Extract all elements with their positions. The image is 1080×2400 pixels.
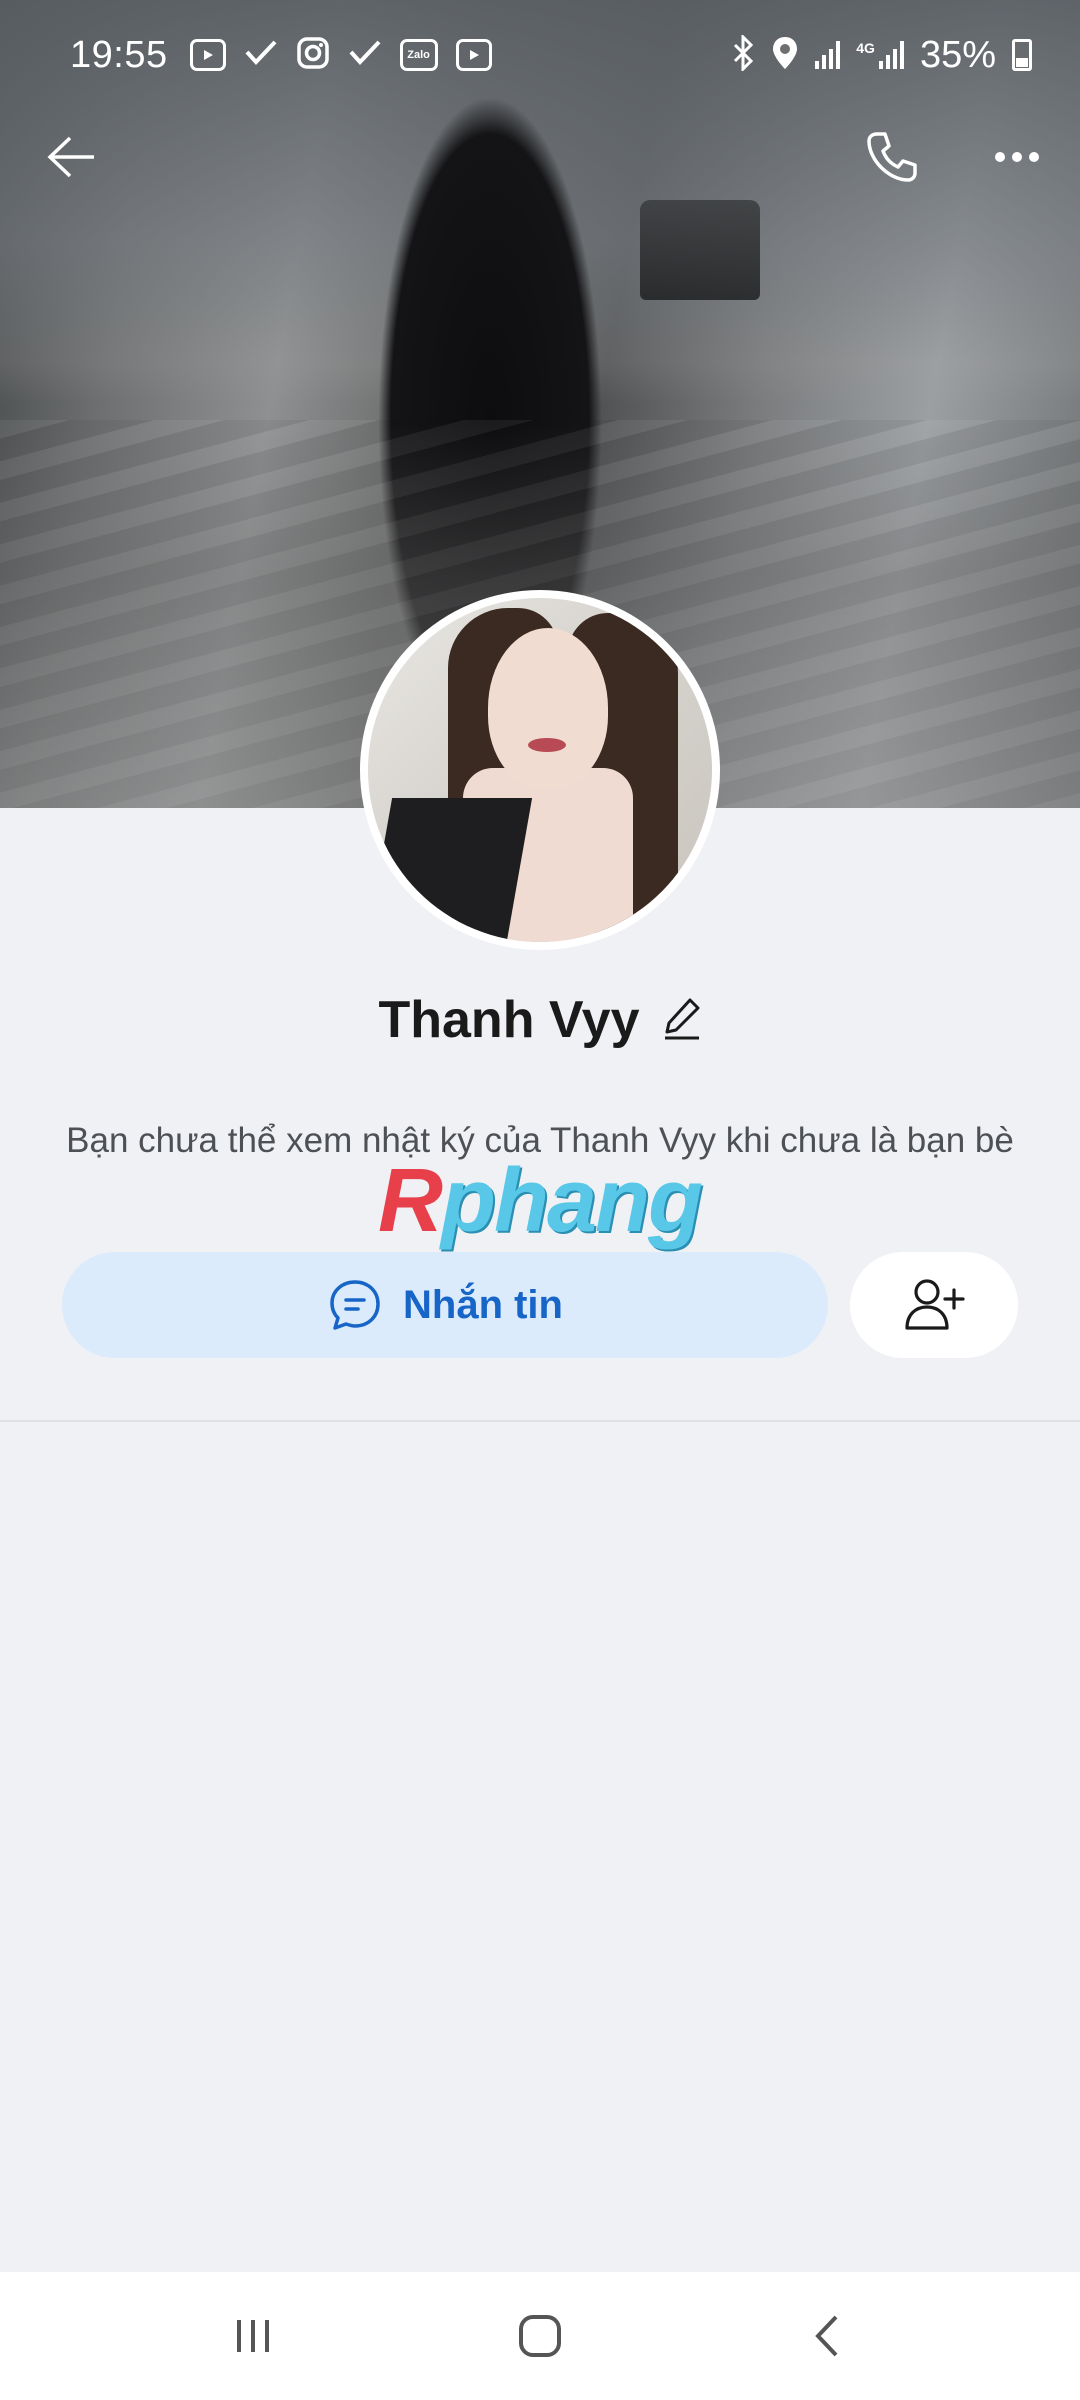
profile-screen: 19:55 Zalo 4G 35% Thanh Vyy Bạn chưa thể…: [0, 0, 1080, 2400]
arrow-left-icon: [47, 136, 94, 178]
profile-name: Thanh Vyy: [378, 991, 640, 1049]
call-button[interactable]: [860, 125, 924, 189]
message-button-label: Nhắn tin: [403, 1282, 563, 1327]
name-row: Thanh Vyy: [0, 985, 1080, 1055]
zalo-icon: Zalo: [399, 39, 438, 71]
add-friend-button[interactable]: [850, 1252, 1018, 1358]
pencil-icon: [664, 998, 699, 1039]
battery-percent: 35%: [919, 33, 996, 76]
network-type: 4G: [856, 40, 875, 56]
youtube-icon: [189, 39, 226, 71]
back-button[interactable]: [40, 125, 104, 189]
zalo-badge-text: Zalo: [407, 49, 430, 61]
more-horizontal-icon: [995, 152, 1039, 162]
youtube-icon: [455, 39, 492, 71]
status-right: 4G 35%: [731, 32, 1032, 77]
home-icon: [518, 2315, 561, 2357]
notification-icons: Zalo: [189, 36, 492, 75]
recents-icon: [237, 2320, 270, 2352]
signal-bars: [878, 41, 904, 69]
check-icon: [348, 38, 382, 72]
bluetooth-icon: [731, 32, 755, 76]
diary-restriction-text: Bạn chưa thể xem nhật ký của Thanh Vyy k…: [66, 1121, 1014, 1160]
edit-name-button[interactable]: [662, 996, 702, 1045]
status-bar: 19:55 Zalo 4G 35%: [0, 0, 1080, 110]
battery-fill: [1016, 57, 1028, 67]
avatar[interactable]: [360, 590, 720, 950]
message-button[interactable]: Nhắn tin: [62, 1252, 828, 1358]
phone-icon: [867, 132, 917, 182]
back-icon: [814, 2315, 838, 2357]
4g-signal-icon: 4G: [856, 41, 904, 69]
top-nav: [0, 110, 1080, 200]
system-nav-bar: [0, 2272, 1080, 2400]
status-time: 19:55: [70, 33, 168, 76]
home-button[interactable]: [495, 2291, 585, 2381]
check-icon: [244, 38, 278, 72]
instagram-icon: [296, 36, 330, 75]
location-icon: [771, 35, 799, 76]
system-back-button[interactable]: [782, 2291, 872, 2381]
chat-bubble-icon: [330, 1280, 380, 1330]
signal-icon: [815, 41, 841, 69]
more-options-button[interactable]: [985, 125, 1049, 189]
recents-button[interactable]: [208, 2291, 298, 2381]
section-divider: [0, 1420, 1080, 1422]
profile-actions: Nhắn tin: [62, 1252, 1018, 1358]
battery-icon: [1012, 39, 1032, 71]
add-user-icon: [905, 1279, 965, 1330]
watermark: Rphang: [378, 1151, 703, 1251]
avatar-photo: [368, 598, 712, 942]
